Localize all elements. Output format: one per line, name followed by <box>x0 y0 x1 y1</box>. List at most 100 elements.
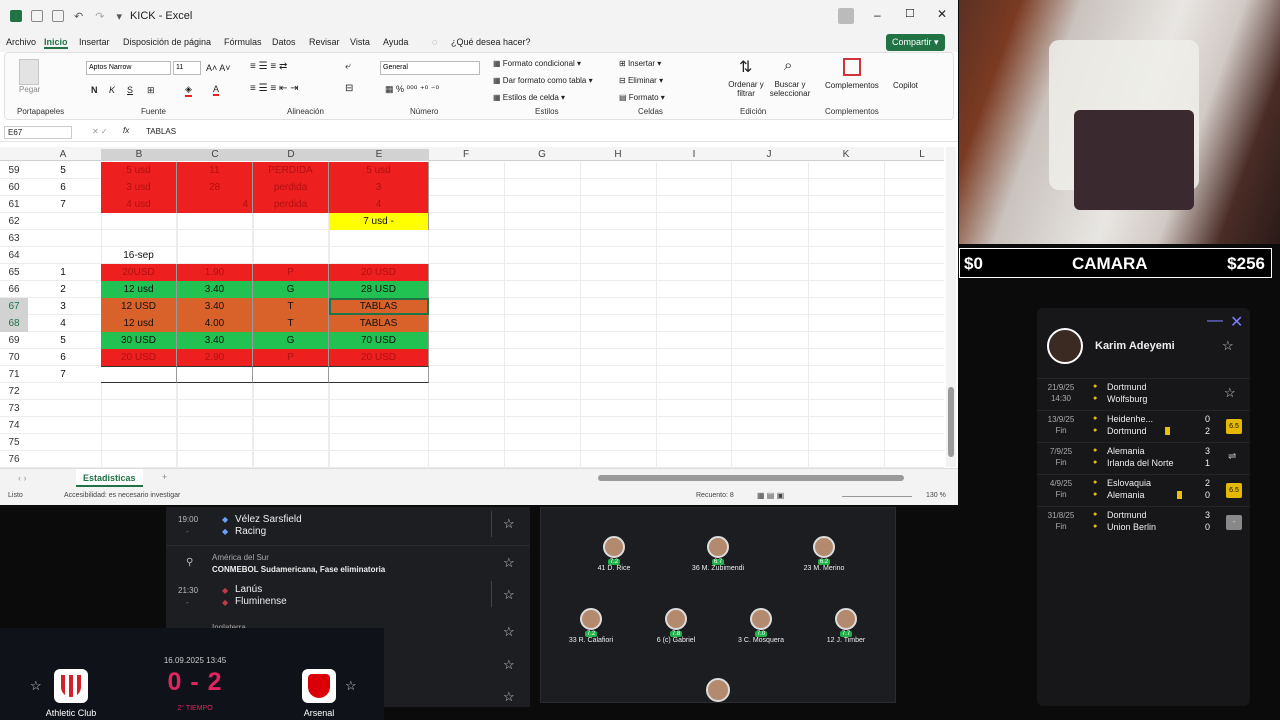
tell-me-search[interactable]: ¿Qué desea hacer? <box>451 37 531 47</box>
sheet-row[interactable]: 59 5 5 usd 11 PERDIDA 5 usd <box>0 162 944 179</box>
delete-cells-button[interactable]: ⊟ Eliminar ▾ <box>619 76 663 85</box>
sort-filter-label[interactable]: Ordenar y filtrar <box>726 80 766 98</box>
favorite-match-icon[interactable]: ☆ <box>503 516 515 532</box>
cell-b[interactable] <box>101 400 177 417</box>
cell-e[interactable] <box>329 417 429 434</box>
cell-e[interactable]: 3 <box>329 179 429 196</box>
cell-d[interactable] <box>253 451 329 468</box>
share-button[interactable]: Compartir ▾ <box>886 34 945 51</box>
cell-e[interactable]: 4 <box>329 196 429 213</box>
cell-e[interactable] <box>329 383 429 400</box>
sheet-row[interactable]: 61 7 4 usd 4 perdida 4 <box>0 196 944 213</box>
font-size-select[interactable]: 11 <box>173 61 201 75</box>
borders-icon[interactable]: ⊞ <box>147 85 155 96</box>
sheet-tab-estadisticas[interactable]: Estadisticas <box>76 469 143 487</box>
account-avatar[interactable] <box>838 8 854 24</box>
cancel-entry-icon[interactable]: ✕ ✓ <box>92 127 108 136</box>
column-header[interactable]: I <box>656 149 732 160</box>
format-cells-button[interactable]: ▤ Formato ▾ <box>619 93 665 102</box>
favorite-away-icon[interactable]: ☆ <box>345 678 357 694</box>
conditional-format-button[interactable]: ▦ Formato condicional ▾ <box>493 59 581 68</box>
cell-d[interactable]: PERDIDA <box>253 162 329 179</box>
cell-d[interactable] <box>253 247 329 264</box>
cell-b[interactable]: 5 usd <box>101 162 177 179</box>
sheet-row[interactable]: 63 <box>0 230 944 247</box>
column-header[interactable]: K <box>808 149 884 160</box>
menu-insertar[interactable]: Insertar <box>79 37 110 47</box>
cell-e[interactable] <box>329 400 429 417</box>
cell-a[interactable]: 6 <box>25 349 101 366</box>
column-header[interactable]: D <box>253 149 329 160</box>
vertical-scroll-thumb[interactable] <box>948 387 954 457</box>
font-name-select[interactable]: Aptos Narrow <box>86 61 171 75</box>
autosave-icon[interactable] <box>31 10 43 22</box>
cell-a[interactable]: 3 <box>25 298 101 315</box>
formula-input[interactable]: TABLAS <box>146 127 176 136</box>
cell-b[interactable] <box>101 366 177 383</box>
sheet-row[interactable]: 69 5 30 USD 3.40 G 70 USD <box>0 332 944 349</box>
sheet-row[interactable]: 60 6 3 usd 28 perdida 3 <box>0 179 944 196</box>
sheet-row[interactable]: 62 7 usd - <box>0 213 944 230</box>
fx-label[interactable]: fx <box>123 126 129 135</box>
cell-b[interactable]: 12 USD <box>101 298 177 315</box>
italic-icon[interactable]: K <box>109 85 115 95</box>
table-format-button[interactable]: ▦ Dar formato como tabla ▾ <box>493 76 593 85</box>
cell-e[interactable]: 5 usd <box>329 162 429 179</box>
column-header[interactable]: J <box>731 149 807 160</box>
insert-cells-button[interactable]: ⊞ Insertar ▾ <box>619 59 661 68</box>
cell-c[interactable] <box>177 434 253 451</box>
menu-archivo[interactable]: Archivo <box>6 37 36 47</box>
cell-a[interactable]: 5 <box>25 162 101 179</box>
undo-icon[interactable]: ↶ <box>74 10 83 23</box>
accessibility-status[interactable]: Accesibilidad: es necesario investigar <box>64 492 180 499</box>
prev-sheet-icon[interactable]: ‹ › <box>18 473 27 483</box>
cell-b[interactable]: 12 usd <box>101 281 177 298</box>
lineup-player[interactable]: 7.8 6 (c) Gabriel <box>636 608 716 644</box>
cell-e[interactable] <box>329 230 429 247</box>
row-number[interactable]: 70 <box>0 352 28 363</box>
cell-a[interactable] <box>25 230 101 247</box>
player-match-row[interactable]: 4/9/25 Fin ● Eslovaquia ● Alemania 2 0 6.5 <box>1037 474 1250 506</box>
cell-c[interactable] <box>177 451 253 468</box>
maximize-icon[interactable]: ☐ <box>905 7 915 20</box>
cell-b[interactable]: 4 usd <box>101 196 177 213</box>
cell-b[interactable] <box>101 434 177 451</box>
sheet-row[interactable]: 76 <box>0 451 944 468</box>
cell-d[interactable]: T <box>253 315 329 332</box>
cell-a[interactable]: 2 <box>25 281 101 298</box>
cell-a[interactable]: 7 <box>25 196 101 213</box>
row-number[interactable]: 71 <box>0 369 28 380</box>
customize-toolbar-icon[interactable]: ▾ <box>116 10 122 23</box>
row-number[interactable]: 61 <box>0 199 28 210</box>
favorite-match-icon[interactable]: ☆ <box>503 689 515 705</box>
lineup-player[interactable]: 7.7 12 J. Timber <box>806 608 886 644</box>
cell-c[interactable] <box>177 400 253 417</box>
row-number[interactable]: 72 <box>0 386 28 397</box>
match2-home[interactable]: Lanús <box>235 584 262 595</box>
sheet-row[interactable]: 68 4 12 usd 4.00 T TABLAS <box>0 315 944 332</box>
find-select-label[interactable]: Buscar y seleccionar <box>765 80 815 98</box>
lineup-player[interactable]: 7.2 41 D. Rice <box>574 536 654 572</box>
fill-color-icon[interactable]: ◈ <box>185 84 192 97</box>
home-team-name[interactable]: Athletic Club <box>30 708 112 718</box>
cell-c[interactable] <box>177 230 253 247</box>
sheet-row[interactable]: 70 6 20 USD 2.90 P 20 USD <box>0 349 944 366</box>
column-header[interactable]: C <box>177 149 253 160</box>
paste-icon[interactable] <box>19 59 39 85</box>
cell-b[interactable] <box>101 230 177 247</box>
lineup-player[interactable]: 7.0 3 C. Mosquera <box>721 608 801 644</box>
menu-datos[interactable]: Datos <box>272 37 296 47</box>
copilot-label[interactable]: Copilot <box>893 81 918 90</box>
cell-a[interactable] <box>25 434 101 451</box>
row-number[interactable]: 73 <box>0 403 28 414</box>
minimize-icon[interactable]: – <box>874 8 881 22</box>
away-team-name[interactable]: Arsenal <box>279 708 359 718</box>
save-icon[interactable] <box>52 10 64 22</box>
cell-a[interactable] <box>25 417 101 434</box>
column-header[interactable]: E <box>329 149 429 160</box>
column-header[interactable]: G <box>504 149 580 160</box>
cell-a[interactable] <box>25 247 101 264</box>
player-match-row[interactable]: 7/9/25 Fin ● Alemania ● Irlanda del Norte 3 1 ⇌ <box>1037 442 1250 474</box>
redo-icon[interactable]: ↷ <box>95 10 104 23</box>
cell-e[interactable]: TABLAS <box>329 315 429 332</box>
